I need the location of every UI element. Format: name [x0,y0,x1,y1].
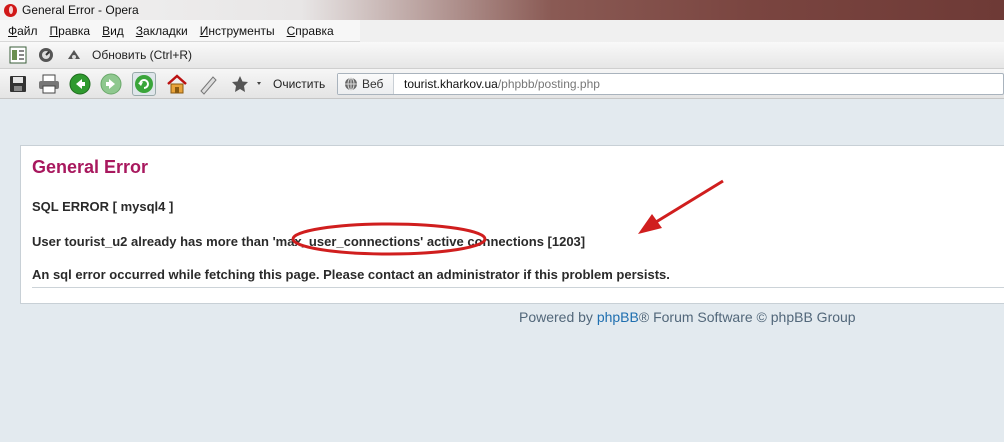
opera-logo-icon [4,3,17,17]
notes-pen-icon[interactable] [196,72,220,96]
address-host: tourist.kharkov.ua [404,77,498,91]
menu-edit[interactable]: Правка [50,24,91,38]
back-icon[interactable] [68,72,92,96]
phpbb-link[interactable]: phpBB [597,309,639,325]
footer-credit: Powered by phpBB® Forum Software © phpBB… [519,309,856,325]
menu-file[interactable]: Файл [8,24,38,38]
globe-icon [344,77,358,91]
menu-tools[interactable]: Инструменты [200,24,275,38]
window-titlebar: General Error - Opera [0,0,1004,20]
speed-dial-icon[interactable] [36,45,56,65]
address-badge-label: Веб [362,77,384,91]
panel-toggle-icon[interactable] [8,45,28,65]
error-hint: An sql error occurred while fetching thi… [32,267,670,282]
address-path: /phpbb/posting.php [497,77,600,91]
home-icon[interactable] [165,72,189,96]
address-badge[interactable]: Веб [338,74,394,94]
menu-view[interactable]: Вид [102,24,124,38]
footer-suffix: ® Forum Software © phpBB Group [638,309,856,325]
reload-icon[interactable] [132,72,156,96]
save-icon[interactable] [6,72,30,96]
error-divider [32,287,1004,288]
clear-button[interactable]: Очистить [273,77,325,91]
error-title: General Error [32,157,149,177]
sql-error-line: SQL ERROR [ mysql4 ] [32,199,174,214]
menu-help[interactable]: Справка [287,24,334,38]
panel-bar: Обновить (Ctrl+R) [0,42,1004,69]
bookmarks-star-icon[interactable] [230,72,266,96]
menu-bar: Файл Правка Вид Закладки Инструменты Спр… [0,20,1004,42]
main-toolbar: Очистить Веб tourist.kharkov.ua/phpbb/po… [0,69,1004,99]
print-icon[interactable] [37,72,61,96]
error-panel: General Error SQL ERROR [ mysql4 ] User … [20,145,1004,304]
reload-button[interactable]: Обновить (Ctrl+R) [92,48,192,62]
forward-icon[interactable] [99,72,123,96]
menu-bookmarks[interactable]: Закладки [136,24,188,38]
footer-prefix: Powered by [519,309,597,325]
window-title: General Error - Opera [22,3,139,17]
address-bar[interactable]: Веб tourist.kharkov.ua/phpbb/posting.php [337,73,1004,95]
reload-panel-icon[interactable] [64,45,84,65]
address-url[interactable]: tourist.kharkov.ua/phpbb/posting.php [404,77,600,91]
error-message: User tourist_u2 already has more than 'm… [32,234,586,249]
